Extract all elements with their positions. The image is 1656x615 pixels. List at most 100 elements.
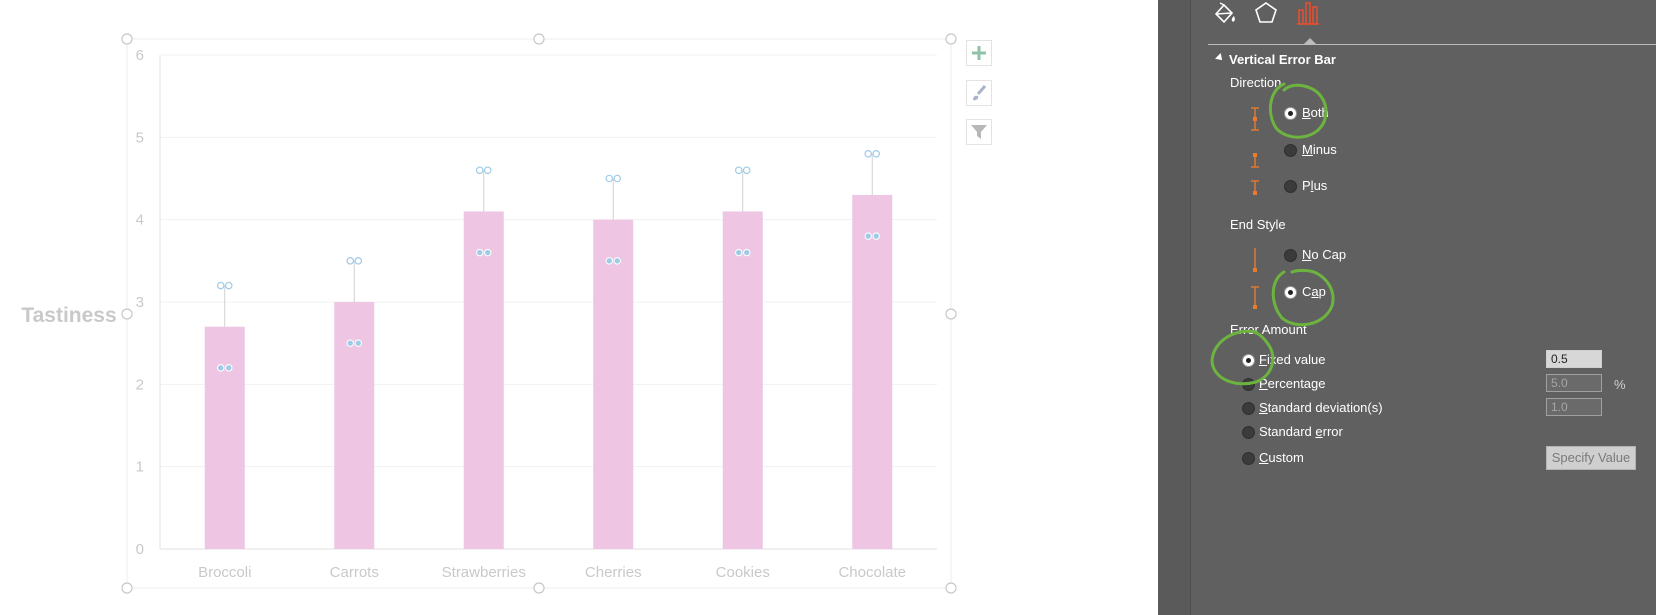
end-style-label-cap[interactable]: Cap [1302, 284, 1326, 299]
section-title[interactable]: Vertical Error Bar [1229, 52, 1336, 67]
end-style-title: End Style [1230, 217, 1286, 232]
end-style-radio-cap[interactable] [1284, 286, 1297, 299]
error-bar-handle[interactable] [483, 166, 492, 175]
error-bar-both-icon [1251, 107, 1259, 131]
chart-styles-brush-icon [973, 85, 987, 101]
collapse-caret-icon[interactable] [1215, 53, 1225, 63]
chart-elements-plus-icon [972, 46, 986, 60]
error-bar-handle[interactable] [872, 150, 881, 158]
fixed-value-input[interactable]: 0.5 [1546, 350, 1602, 368]
error-bar-handle[interactable] [613, 257, 621, 265]
y-tick-label: 2 [136, 376, 144, 393]
resize-handle[interactable] [945, 308, 957, 320]
y-tick-label: 5 [136, 129, 144, 146]
direction-label-plus[interactable]: Plus [1302, 178, 1327, 193]
std-dev-input[interactable]: 1.0 [1546, 398, 1602, 416]
error-amount-radio-percentage[interactable] [1242, 378, 1255, 391]
direction-label-minus[interactable]: Minus [1302, 142, 1337, 157]
bar[interactable] [593, 219, 634, 549]
bar[interactable] [463, 211, 504, 549]
error-bar-handle[interactable] [354, 257, 363, 265]
x-category-label: Strawberries [442, 564, 526, 581]
y-tick-label: 3 [136, 294, 144, 311]
x-category-label: Cookies [716, 564, 770, 581]
error-bar-handle[interactable] [605, 174, 614, 183]
error-bar-handle[interactable] [217, 364, 225, 372]
direction-radio-both[interactable] [1284, 107, 1297, 120]
x-category-label: Cherries [585, 564, 642, 581]
bar[interactable] [852, 194, 893, 549]
y-tick-label: 6 [136, 47, 144, 64]
specify-value-button[interactable]: Specify Value [1546, 446, 1636, 470]
chart-filters-button[interactable] [966, 119, 992, 145]
end-style-label-nocap[interactable]: No Cap [1302, 247, 1346, 262]
x-category-label: Carrots [330, 564, 379, 581]
error-bar-handle[interactable] [864, 150, 873, 158]
error-bar-handle[interactable] [735, 248, 743, 257]
chart-styles-button[interactable] [966, 80, 992, 106]
y-tick-label: 1 [136, 459, 144, 476]
y-axis-title[interactable]: Tastiness [21, 304, 116, 327]
end-style-nocap-icon [1253, 248, 1257, 272]
bar[interactable] [722, 211, 763, 549]
chart-selection-frame[interactable] [126, 38, 952, 589]
error-bar-handle[interactable] [346, 257, 355, 265]
chart-filter-icon [971, 125, 987, 139]
error-amount-radio-standard-error[interactable] [1242, 426, 1255, 439]
error-amount-label-custom[interactable]: Custom [1259, 450, 1304, 465]
resize-handle[interactable] [533, 582, 545, 594]
error-amount-label-standard-deviation-s[interactable]: Standard deviation(s) [1259, 400, 1383, 415]
resize-handle[interactable] [945, 582, 957, 594]
error-bar-handle[interactable] [476, 248, 484, 257]
bar-chart-options-icon[interactable] [1294, 0, 1322, 28]
effects-pentagon-icon[interactable] [1252, 0, 1280, 28]
resize-handle[interactable] [533, 33, 545, 45]
chart-area[interactable]: 0 1 2 3 4 5 6 Tastiness Broccoli Carrots Strawberr… [0, 0, 1158, 615]
error-bar-handle[interactable] [864, 232, 872, 240]
error-bar-handle[interactable] [224, 281, 233, 290]
direction-label-both[interactable]: Both [1302, 105, 1329, 120]
error-bar-handle[interactable] [742, 166, 751, 175]
fill-line-icon[interactable] [1210, 0, 1238, 28]
pane-left-strip [1158, 0, 1191, 615]
error-bar-handle[interactable] [475, 166, 484, 175]
error-bar-handle[interactable] [484, 248, 492, 257]
error-bar-handle[interactable] [872, 232, 880, 240]
direction-radio-plus[interactable] [1284, 180, 1297, 193]
bar[interactable] [204, 326, 245, 549]
end-style-radio-nocap[interactable] [1284, 249, 1297, 262]
error-bar-handle[interactable] [613, 174, 622, 183]
resize-handle[interactable] [121, 33, 133, 45]
error-bar-handle[interactable] [225, 364, 233, 372]
direction-title: Direction [1230, 75, 1282, 90]
error-bar-handle[interactable] [605, 257, 613, 265]
active-tab-pointer [1303, 38, 1317, 45]
error-bar-plus-icon [1251, 180, 1259, 195]
percentage-suffix: % [1614, 377, 1626, 392]
format-error-bars-pane: Vertical Error Bar Direction End Style E… [1158, 0, 1656, 615]
error-bar-handle[interactable] [346, 339, 354, 347]
direction-radio-minus[interactable] [1284, 144, 1297, 157]
error-amount-radio-fixed-value[interactable] [1242, 354, 1255, 367]
error-bar-handle[interactable] [354, 339, 362, 347]
chart-elements-button[interactable] [966, 40, 992, 66]
resize-handle[interactable] [121, 582, 133, 594]
error-amount-radio-standard-deviation-s[interactable] [1242, 402, 1255, 415]
end-style-cap-icon [1251, 286, 1259, 309]
y-tick-label: 4 [136, 212, 144, 229]
percentage-input[interactable]: 5.0 [1546, 374, 1602, 392]
pane-tab-divider [1208, 44, 1656, 45]
resize-handle[interactable] [121, 308, 133, 320]
error-bar-handle[interactable] [743, 248, 751, 257]
resize-handle[interactable] [945, 33, 957, 45]
error-amount-label-standard-error[interactable]: Standard error [1259, 424, 1343, 439]
bar[interactable] [334, 302, 375, 549]
x-category-label: Broccoli [198, 564, 251, 581]
error-amount-radio-custom[interactable] [1242, 452, 1255, 465]
error-amount-label-percentage[interactable]: Percentage [1259, 376, 1326, 391]
error-bar-minus-icon [1251, 153, 1259, 168]
error-amount-label-fixed-value[interactable]: Fixed value [1259, 352, 1326, 367]
error-bar-handle[interactable] [734, 166, 743, 175]
y-tick-label: 0 [136, 541, 144, 558]
error-bar-handle[interactable] [216, 281, 225, 290]
